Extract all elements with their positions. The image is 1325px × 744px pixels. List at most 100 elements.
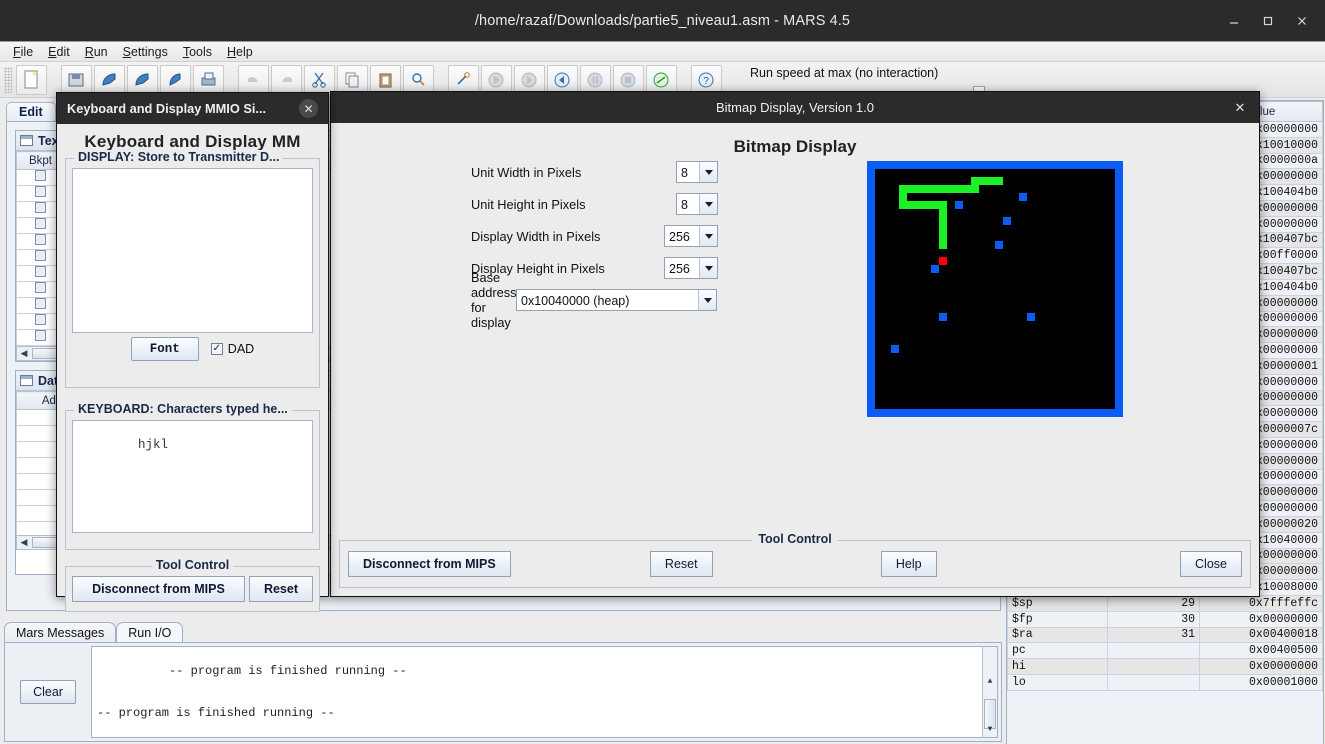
undo-icon[interactable]	[238, 64, 269, 95]
chevron-down-icon[interactable]	[698, 290, 716, 310]
bitmap-snake-cell	[971, 177, 979, 185]
reset-button[interactable]: Reset	[248, 576, 313, 602]
breakpoint-checkbox[interactable]	[35, 298, 46, 309]
redo-icon[interactable]	[271, 64, 302, 95]
bitmap-canvas[interactable]	[875, 169, 1115, 409]
display-height-combobox[interactable]: 256	[664, 257, 718, 279]
cell-register-number	[1107, 673, 1200, 691]
base-address-combobox[interactable]: 0x10040000 (heap)	[516, 289, 717, 311]
print-icon[interactable]	[193, 64, 224, 95]
unit-height-combobox[interactable]: 8	[676, 193, 718, 215]
chevron-down-icon[interactable]	[699, 258, 717, 278]
paste-icon[interactable]	[370, 64, 401, 95]
scroll-left-icon[interactable]: ◀	[17, 348, 31, 359]
clear-button[interactable]: Clear	[20, 680, 76, 704]
toolbar-grip[interactable]	[4, 66, 12, 93]
tab-edit[interactable]: Edit	[6, 102, 56, 122]
scroll-down-icon[interactable]: ▼	[983, 723, 997, 737]
menu-help[interactable]: Help	[220, 44, 260, 60]
bitmap-snake-cell	[931, 185, 939, 193]
backstep-icon[interactable]	[547, 64, 578, 95]
step-icon[interactable]	[514, 64, 545, 95]
table-row[interactable]: $sp 29 0x7fffeffc	[1007, 594, 1323, 612]
breakpoint-checkbox[interactable]	[35, 170, 46, 181]
label-base-address: Base address for display	[471, 270, 517, 330]
save-icon[interactable]	[94, 64, 125, 95]
scroll-up-icon[interactable]: ▲	[983, 675, 997, 689]
close-icon[interactable]: ✕	[1229, 92, 1251, 123]
chevron-down-icon[interactable]	[699, 162, 717, 182]
disconnect-from-mips-button[interactable]: Disconnect from MIPS	[348, 551, 511, 577]
cell-register-number: 30	[1107, 610, 1200, 628]
table-row[interactable]: lo 0x00001000	[1007, 673, 1323, 691]
copy-icon[interactable]	[337, 64, 368, 95]
font-button[interactable]: Font	[130, 337, 199, 361]
cell-register-name: pc	[1007, 642, 1108, 660]
breakpoint-checkbox[interactable]	[35, 234, 46, 245]
pause-icon[interactable]	[580, 64, 611, 95]
keyboard-textarea[interactable]: hjkl	[72, 420, 313, 533]
keyboard-group-legend: KEYBOARD: Characters typed he...	[74, 402, 292, 416]
kbd-tool-buttons: Disconnect from MIPS Reset	[66, 567, 319, 611]
open-icon[interactable]	[61, 64, 92, 95]
display-group: DISPLAY: Store to Transmitter D... Font …	[65, 150, 320, 388]
disconnect-from-mips-button[interactable]: Disconnect from MIPS	[72, 576, 245, 602]
unit-width-combobox[interactable]: 8	[676, 161, 718, 183]
chevron-down-icon[interactable]	[699, 226, 717, 246]
display-width-combobox[interactable]: 256	[664, 225, 718, 247]
label-unit-width: Unit Width in Pixels	[471, 164, 582, 180]
table-row[interactable]: hi 0x00000000	[1007, 658, 1323, 675]
stop-icon[interactable]	[613, 64, 644, 95]
scroll-left-icon[interactable]: ◀	[17, 537, 31, 548]
breakpoint-checkbox[interactable]	[35, 218, 46, 229]
maximize-icon[interactable]	[1251, 6, 1285, 36]
breakpoint-checkbox[interactable]	[35, 250, 46, 261]
save-as-icon[interactable]	[127, 64, 158, 95]
close-icon[interactable]	[1285, 6, 1319, 36]
table-row[interactable]: pc 0x00400500	[1007, 642, 1323, 660]
run-io-console[interactable]: -- program is finished running -- -- pro…	[91, 646, 998, 738]
menu-run[interactable]: Run	[78, 44, 115, 60]
save-all-icon[interactable]	[160, 64, 191, 95]
display-height-value: 256	[669, 262, 690, 276]
form-row-unit-height: Unit Height in Pixels 8	[331, 188, 867, 220]
breakpoint-checkbox[interactable]	[35, 266, 46, 277]
menu-settings[interactable]: Settings	[116, 44, 175, 60]
bitmap-wall-cell	[1019, 193, 1027, 201]
bitmap-snake-cell	[915, 201, 923, 209]
find-replace-icon[interactable]	[403, 64, 434, 95]
bitmap-tool-control-group: Tool Control Disconnect from MIPS Reset …	[339, 532, 1251, 588]
cell-register-number: 31	[1107, 626, 1200, 644]
help-button[interactable]: Help	[880, 551, 937, 577]
breakpoint-checkbox[interactable]	[35, 330, 46, 341]
breakpoint-checkbox[interactable]	[35, 314, 46, 325]
assemble-icon[interactable]	[448, 64, 479, 95]
table-row[interactable]: $ra 31 0x00400018	[1007, 626, 1323, 644]
breakpoint-checkbox[interactable]	[35, 282, 46, 293]
new-file-icon[interactable]	[16, 64, 47, 95]
reset-button[interactable]: Reset	[649, 551, 713, 577]
breakpoint-checkbox[interactable]	[35, 186, 46, 197]
tab-mars-messages[interactable]: Mars Messages	[4, 622, 117, 643]
minimize-icon[interactable]	[1217, 6, 1251, 36]
unit-width-value: 8	[681, 166, 688, 180]
run-icon[interactable]	[481, 64, 512, 95]
label-unit-height: Unit Height in Pixels	[471, 196, 586, 212]
menu-file[interactable]: File	[6, 44, 40, 60]
chevron-down-icon[interactable]	[699, 194, 717, 214]
cut-icon[interactable]	[304, 64, 335, 95]
menu-tools[interactable]: Tools	[176, 44, 219, 60]
tab-run-io[interactable]: Run I/O	[116, 622, 184, 643]
display-textarea[interactable]	[72, 168, 313, 333]
breakpoint-checkbox[interactable]	[35, 202, 46, 213]
dad-checkbox-row[interactable]: ✓ DAD	[210, 342, 254, 356]
table-row[interactable]: $fp 30 0x00000000	[1007, 610, 1323, 628]
close-button[interactable]: Close	[1180, 551, 1242, 577]
toolbar-separator	[49, 65, 59, 95]
help-icon[interactable]: ?	[691, 64, 722, 95]
reset-icon[interactable]	[646, 64, 677, 95]
console-vscrollbar[interactable]: ▲ ▼	[982, 647, 997, 737]
menu-edit[interactable]: Edit	[41, 44, 77, 60]
close-icon[interactable]: ✕	[299, 99, 318, 118]
dad-checkbox[interactable]: ✓	[210, 343, 223, 355]
